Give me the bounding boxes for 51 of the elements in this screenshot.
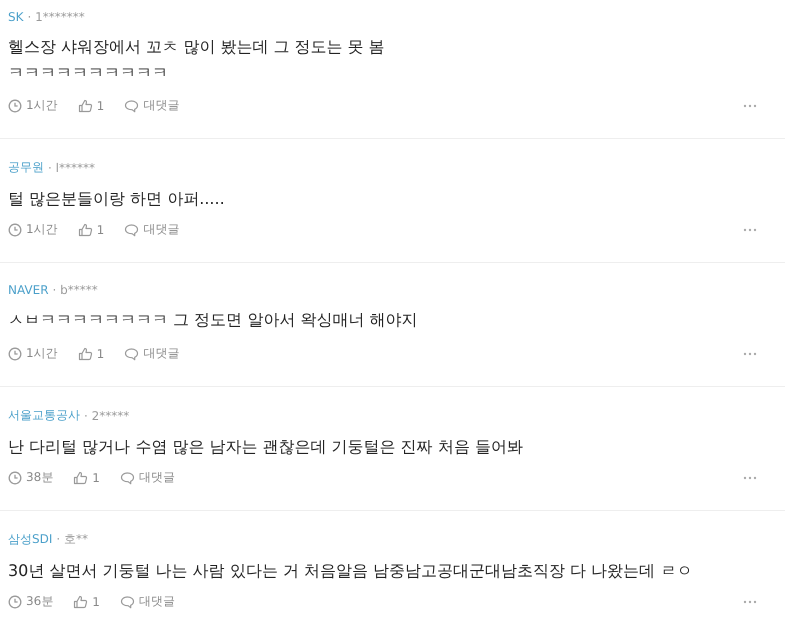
comment-time: 1시간 (26, 221, 58, 238)
thumbs-up-icon (78, 98, 93, 112)
comment-time: 1시간 (26, 345, 58, 362)
like-button[interactable]: 1 (78, 346, 104, 360)
comment-time: 36분 (26, 593, 54, 610)
thumbs-up-icon (78, 222, 93, 236)
comment-text: 30년 살면서 기둥털 나는 사람 있다는 거 처음알음 남중남고공대군대남초직장 다 나왔는데 ㄹㅇ (8, 560, 694, 582)
more-icon (743, 600, 757, 604)
more-icon (743, 476, 757, 480)
speech-bubble-icon (124, 222, 140, 236)
user-id: · 호** (56, 531, 88, 548)
thumbs-up-icon (78, 346, 93, 360)
user-id: · 1******* (28, 10, 85, 24)
comment-text: ㅅㅂㅋㅋㅋㅋㅋㅋㅋㅋ 그 정도면 알아서 왁싱매너 해야지 (8, 309, 418, 331)
reply-button[interactable]: 대댓글 (124, 221, 180, 238)
user-id: · l****** (48, 160, 95, 174)
thumbs-up-icon (73, 594, 88, 608)
comment-text: 털 많은분들이랑 하면 아퍼..... (8, 188, 226, 210)
author-name[interactable]: NAVER (8, 283, 49, 297)
speech-bubble-icon (124, 98, 140, 112)
clock-icon (8, 98, 22, 112)
comment-time: 1시간 (26, 97, 58, 114)
more-icon (743, 228, 757, 232)
user-id: · 2***** (84, 408, 130, 422)
speech-bubble-icon (120, 470, 135, 484)
speech-bubble-icon (124, 346, 140, 360)
like-button[interactable]: 1 (73, 470, 100, 484)
clock-icon (8, 594, 22, 608)
reply-button[interactable]: 대댓글 (120, 593, 175, 610)
comment-text: 난 다리털 많거나 수염 많은 남자는 괜찮은데 기둥털은 진짜 처음 들어봐 (8, 436, 524, 458)
reply-button[interactable]: 대댓글 (124, 97, 180, 114)
like-button[interactable]: 1 (78, 222, 104, 236)
more-icon (743, 352, 757, 356)
comment-text: 헬스장 샤워장에서 꼬ㅊ 많이 봤는데 그 정도는 못 봄 (8, 36, 386, 58)
comment-text: ㅋㅋㅋㅋㅋㅋㅋㅋㅋㅋ (8, 62, 169, 84)
clock-icon (8, 470, 22, 484)
more-icon (743, 104, 757, 108)
author-name[interactable]: 서울교통공사 (8, 407, 80, 424)
like-button[interactable]: 1 (78, 98, 104, 112)
user-id: · b***** (52, 283, 98, 297)
author-name[interactable]: 삼성SDI (8, 531, 52, 548)
thumbs-up-icon (73, 470, 88, 484)
reply-button[interactable]: 대댓글 (120, 469, 175, 486)
speech-bubble-icon (120, 594, 135, 608)
like-button[interactable]: 1 (73, 594, 100, 608)
author-name[interactable]: SK (8, 10, 24, 24)
comment-time: 38분 (26, 469, 54, 486)
reply-button[interactable]: 대댓글 (124, 345, 180, 362)
clock-icon (8, 222, 22, 236)
clock-icon (8, 346, 22, 360)
author-name[interactable]: 공무원 (8, 159, 44, 176)
